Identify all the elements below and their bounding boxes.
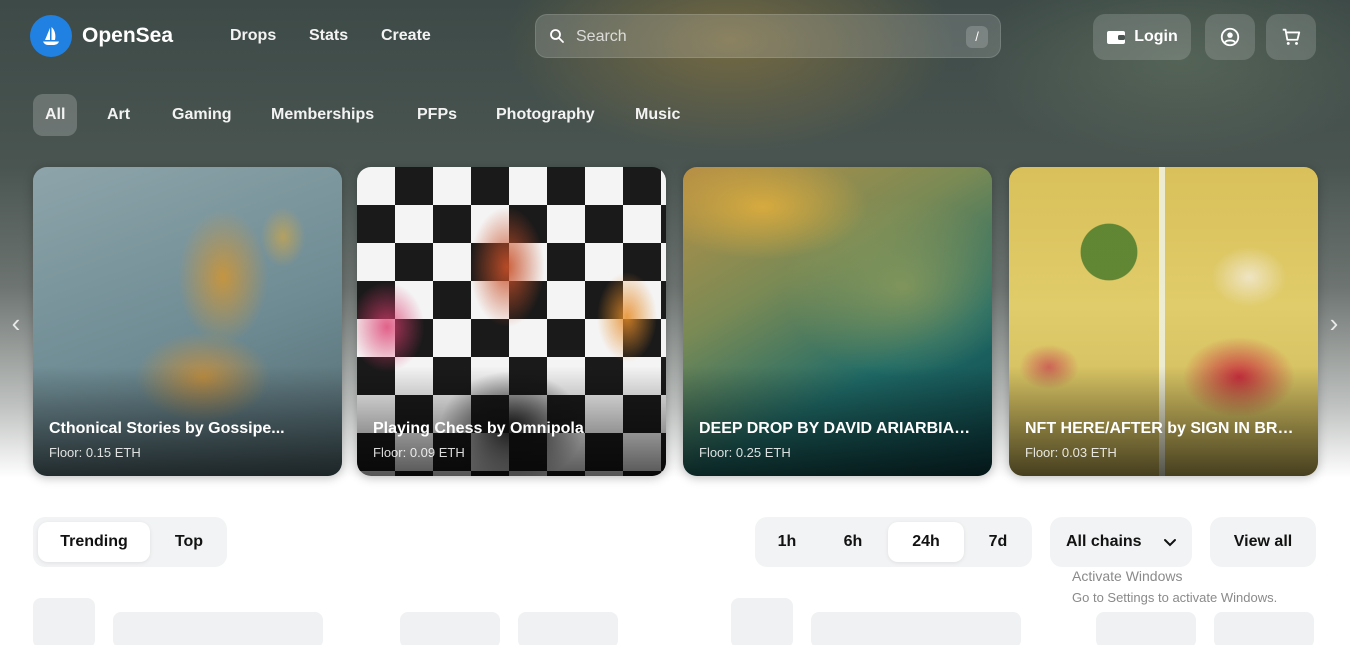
tab-top[interactable]: Top — [157, 522, 221, 562]
card-floor-price: Floor: 0.03 ETH — [1025, 445, 1117, 460]
search-bar[interactable]: / — [535, 14, 1001, 59]
nav-link-create[interactable]: Create — [381, 27, 431, 45]
time-range-selector: 1h 6h 24h 7d — [755, 517, 1032, 567]
loading-placeholder — [1214, 612, 1314, 645]
activate-windows-title: Activate Windows — [1072, 568, 1183, 584]
category-tab-art[interactable]: Art — [95, 94, 142, 136]
loading-placeholder — [33, 598, 95, 645]
category-tab-gaming[interactable]: Gaming — [160, 94, 244, 136]
profile-button[interactable] — [1205, 14, 1255, 60]
category-tab-pfps[interactable]: PFPs — [405, 94, 469, 136]
loading-placeholder — [400, 612, 500, 645]
loading-placeholder — [731, 598, 793, 645]
user-icon — [1220, 27, 1240, 47]
nav-link-drops[interactable]: Drops — [230, 27, 276, 45]
card-title: DEEP DROP BY DAVID ARIARBIAN — [699, 420, 976, 438]
opensea-logo-icon[interactable] — [30, 15, 72, 57]
featured-card[interactable]: Playing Chess by Omnipola Floor: 0.09 ET… — [357, 167, 666, 476]
card-floor-price: Floor: 0.09 ETH — [373, 445, 465, 460]
time-range-6h[interactable]: 6h — [826, 522, 880, 562]
time-range-24h[interactable]: 24h — [888, 522, 964, 562]
time-range-1h[interactable]: 1h — [760, 522, 814, 562]
card-title: Playing Chess by Omnipola — [373, 420, 584, 437]
featured-card[interactable]: DEEP DROP BY DAVID ARIARBIAN Floor: 0.25… — [683, 167, 992, 476]
search-icon — [550, 29, 564, 43]
verified-badge-icon — [971, 421, 976, 435]
category-tab-all[interactable]: All — [33, 94, 78, 136]
card-floor-price: Floor: 0.25 ETH — [699, 445, 791, 460]
chevron-down-icon — [1164, 539, 1176, 547]
login-label: Login — [1134, 28, 1178, 45]
featured-card[interactable]: NFT HERE/AFTER by SIGN IN BRAIN Floor: 0… — [1009, 167, 1318, 476]
search-input[interactable] — [576, 15, 956, 59]
card-title: NFT HERE/AFTER by SIGN IN BRAIN — [1025, 420, 1302, 438]
brand-name[interactable]: OpenSea — [82, 24, 173, 48]
card-title: Cthonical Stories by Gossipe... — [49, 420, 285, 437]
chain-filter-label: All chains — [1066, 533, 1142, 550]
activate-windows-subtitle: Go to Settings to activate Windows. — [1072, 590, 1278, 605]
loading-placeholder — [1096, 612, 1196, 645]
category-tab-photography[interactable]: Photography — [484, 94, 607, 136]
time-range-7d[interactable]: 7d — [970, 522, 1026, 562]
tab-trending[interactable]: Trending — [38, 522, 150, 562]
cart-button[interactable] — [1266, 14, 1316, 60]
chain-filter-dropdown[interactable]: All chains — [1050, 517, 1192, 567]
cart-icon — [1282, 28, 1301, 45]
loading-placeholder — [518, 612, 618, 645]
loading-placeholder — [811, 612, 1021, 645]
view-all-button[interactable]: View all — [1210, 517, 1316, 567]
carousel-next-arrow-icon[interactable]: › — [1324, 306, 1344, 340]
card-floor-price: Floor: 0.15 ETH — [49, 445, 141, 460]
wallet-icon — [1107, 31, 1126, 44]
featured-card[interactable]: Cthonical Stories by Gossipe... Floor: 0… — [33, 167, 342, 476]
category-tab-music[interactable]: Music — [623, 94, 692, 136]
loading-placeholder — [113, 612, 323, 645]
activate-windows-watermark: Activate Windows Go to Settings to activ… — [1072, 566, 1277, 608]
ranking-tabs: Trending Top — [33, 517, 227, 567]
login-button[interactable]: Login — [1093, 14, 1191, 60]
category-tab-memberships[interactable]: Memberships — [259, 94, 386, 136]
carousel-prev-arrow-icon[interactable]: ‹ — [6, 306, 26, 340]
search-shortcut-key: / — [966, 26, 988, 48]
top-nav: OpenSea Drops Stats Create / Login — [0, 0, 1350, 72]
nav-link-stats[interactable]: Stats — [309, 27, 348, 45]
